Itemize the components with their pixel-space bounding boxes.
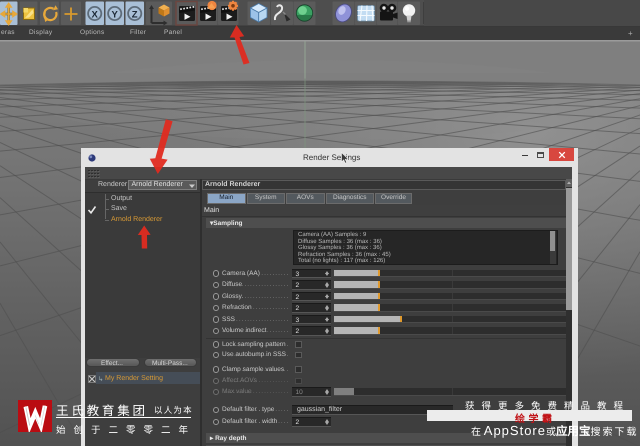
svg-text:Y: Y [112, 9, 119, 20]
svg-text:Z: Z [132, 9, 138, 20]
svg-text:X: X [92, 9, 99, 20]
